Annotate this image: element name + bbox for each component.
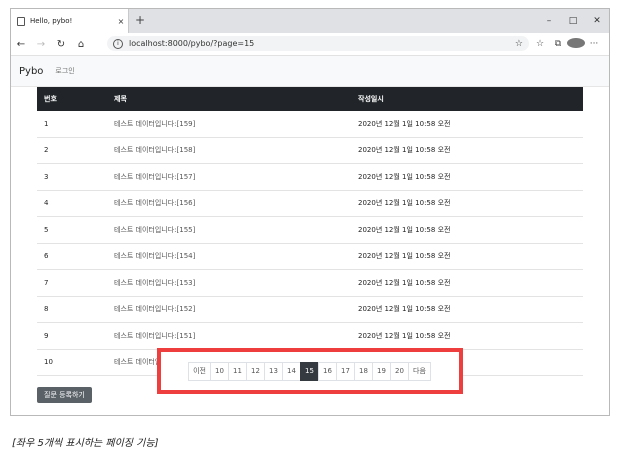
forward-icon[interactable]: →	[31, 39, 51, 50]
row-number: 9	[37, 322, 107, 350]
header-date: 작성일시	[358, 95, 384, 103]
row-number: 6	[37, 243, 107, 270]
row-date: 2020년 12월 1일 10:58 오전	[351, 216, 583, 244]
table-row: 5 테스트 데이터입니다:[155] 2020년 12월 1일 10:58 오전	[37, 216, 583, 244]
address-bar: ← → ↻ ⌂ i localhost:8000/pybo/?page=15 ☆…	[11, 33, 609, 56]
question-link[interactable]: 테스트 데이터입니다:[157]	[107, 163, 351, 191]
question-table: 번호 제목 작성일시 1 테스트 데이터입니다:[159] 2020년 12월 1일…	[37, 87, 583, 376]
tab-title: Hello, pybo!	[30, 17, 73, 25]
question-link[interactable]: 테스트 데이터입니다:[159]	[107, 111, 351, 138]
tab-close-icon[interactable]: ×	[114, 17, 128, 26]
close-window-icon[interactable]: ✕	[585, 9, 609, 33]
window-controls: – □ ✕	[537, 9, 609, 33]
question-list: 번호 제목 작성일시 1 테스트 데이터입니다:[159] 2020년 12월 1일…	[37, 87, 583, 376]
pagination-page[interactable]: 20	[390, 361, 409, 381]
question-link[interactable]: 테스트 데이터입니다:[158]	[107, 137, 351, 164]
more-icon[interactable]: ···	[585, 39, 603, 49]
table-row: 7 테스트 데이터입니다:[153] 2020년 12월 1일 10:58 오전	[37, 269, 583, 297]
collections-icon[interactable]: ⧉	[549, 39, 567, 49]
row-date: 2020년 12월 1일 10:58 오전	[351, 163, 583, 191]
browser-toolbar: ☆ ⧉ ···	[531, 33, 603, 55]
pagination-page-active[interactable]: 15	[300, 361, 319, 381]
pagination-page[interactable]: 10	[210, 361, 229, 381]
pagination-next[interactable]: 다음	[408, 361, 431, 381]
row-number: 8	[37, 296, 107, 323]
figure-caption: [좌우 5개씩 표시하는 페이징 기능]	[12, 438, 159, 449]
row-date: 2020년 12월 1일 10:58 오전	[351, 322, 583, 350]
url-field[interactable]: i localhost:8000/pybo/?page=15 ☆	[107, 36, 529, 51]
favorite-star-icon[interactable]: ☆	[515, 39, 523, 49]
new-tab-icon[interactable]: +	[135, 13, 145, 27]
url-text[interactable]: localhost:8000/pybo/?page=15	[129, 39, 515, 48]
table-row: 4 테스트 데이터입니다:[156] 2020년 12월 1일 10:58 오전	[37, 190, 583, 217]
row-number: 4	[37, 190, 107, 217]
question-link[interactable]: 테스트 데이터입니다:[153]	[107, 269, 351, 297]
favorites-icon[interactable]: ☆	[531, 39, 549, 49]
question-link[interactable]: 테스트 데이터입니다:[154]	[107, 243, 351, 270]
row-number: 1	[37, 111, 107, 138]
home-icon[interactable]: ⌂	[71, 39, 91, 50]
minimize-icon[interactable]: –	[537, 9, 561, 33]
browser-window: Hello, pybo! × + – □ ✕ ← → ↻ ⌂ i localho…	[10, 8, 610, 416]
question-link[interactable]: 테스트 데이터입니다:[155]	[107, 216, 351, 244]
row-date: 2020년 12월 1일 10:58 오전	[351, 269, 583, 297]
table-row: 1 테스트 데이터입니다:[159] 2020년 12월 1일 10:58 오전	[37, 111, 583, 138]
question-link[interactable]: 테스트 데이터입니다:[151]	[107, 322, 351, 350]
table-row: 2 테스트 데이터입니다:[158] 2020년 12월 1일 10:58 오전	[37, 137, 583, 164]
row-number: 7	[37, 269, 107, 297]
pagination-prev[interactable]: 이전	[188, 361, 211, 381]
back-icon[interactable]: ←	[11, 39, 31, 50]
row-date: 2020년 12월 1일 10:58 오전	[351, 111, 583, 138]
row-date: 2020년 12월 1일 10:58 오전	[351, 243, 583, 270]
row-number: 5	[37, 216, 107, 244]
question-link[interactable]: 테스트 데이터입니다:[156]	[107, 190, 351, 217]
pagination-page[interactable]: 17	[336, 361, 355, 381]
maximize-icon[interactable]: □	[561, 9, 585, 33]
header-subject: 제목	[114, 95, 127, 103]
table-row: 6 테스트 데이터입니다:[154] 2020년 12월 1일 10:58 오전	[37, 243, 583, 270]
pagination-page[interactable]: 13	[264, 361, 283, 381]
row-number: 2	[37, 137, 107, 164]
row-date: 2020년 12월 1일 10:58 오전	[351, 296, 583, 323]
table-header-row: 번호 제목 작성일시	[37, 87, 583, 111]
pagination: 이전 10 11 12 13 14 15 16 17 18 19 20 다음	[188, 361, 431, 381]
ask-question-button[interactable]: 질문 등록하기	[37, 387, 92, 403]
pagination-page[interactable]: 11	[228, 361, 247, 381]
pagination-page[interactable]: 14	[282, 361, 301, 381]
tab-bar: Hello, pybo! × + – □ ✕	[11, 9, 609, 33]
pagination-page[interactable]: 12	[246, 361, 265, 381]
app-navbar: Pybo 로그인	[11, 56, 609, 87]
row-number: 3	[37, 163, 107, 191]
table-row: 8 테스트 데이터입니다:[152] 2020년 12월 1일 10:58 오전	[37, 296, 583, 323]
row-date: 2020년 12월 1일 10:58 오전	[351, 137, 583, 164]
login-link[interactable]: 로그인	[55, 66, 74, 76]
pagination-page[interactable]: 18	[354, 361, 373, 381]
pagination-page[interactable]: 16	[318, 361, 337, 381]
table-row: 9 테스트 데이터입니다:[151] 2020년 12월 1일 10:58 오전	[37, 322, 583, 350]
pagination-highlight: 이전 10 11 12 13 14 15 16 17 18 19 20 다음	[157, 348, 463, 394]
info-icon[interactable]: i	[113, 38, 123, 49]
brand-link[interactable]: Pybo	[19, 66, 43, 77]
table-row: 3 테스트 데이터입니다:[157] 2020년 12월 1일 10:58 오전	[37, 163, 583, 191]
question-link[interactable]: 테스트 데이터입니다:[152]	[107, 296, 351, 323]
page-icon	[17, 16, 25, 26]
profile-avatar[interactable]	[567, 37, 585, 51]
header-number: 번호	[44, 95, 57, 103]
row-date: 2020년 12월 1일 10:58 오전	[351, 190, 583, 217]
reload-icon[interactable]: ↻	[51, 39, 71, 50]
pagination-page[interactable]: 19	[372, 361, 391, 381]
row-number: 10	[37, 349, 107, 376]
browser-tab[interactable]: Hello, pybo! ×	[11, 9, 129, 33]
